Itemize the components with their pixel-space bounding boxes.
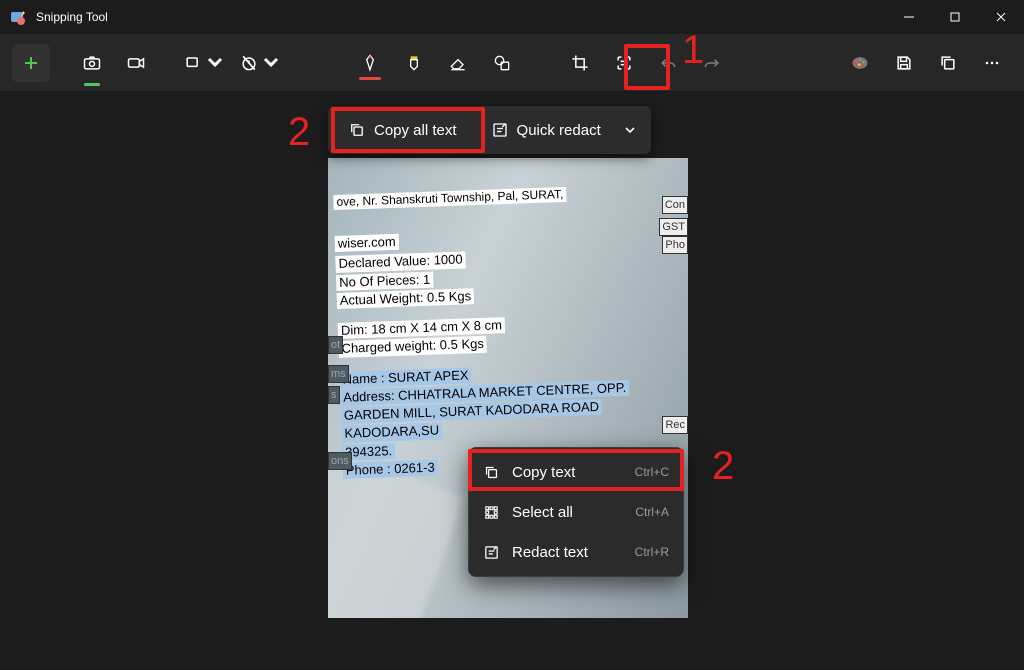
paint-button[interactable] — [840, 44, 880, 82]
quick-redact-label: Quick redact — [517, 122, 601, 139]
maximize-button[interactable] — [932, 0, 978, 34]
shapes-tool-button[interactable] — [482, 44, 522, 82]
undo-button[interactable] — [648, 44, 688, 82]
toolbar — [0, 34, 1024, 92]
text-actions-bar: Copy all text Quick redact — [328, 106, 651, 154]
redact-icon — [483, 544, 500, 561]
photo-mode-button[interactable] — [72, 44, 112, 82]
copy-button[interactable] — [928, 44, 968, 82]
copy-icon — [348, 121, 366, 139]
context-redact-text[interactable]: Redact text Ctrl+R — [473, 532, 679, 572]
crop-tool-button[interactable] — [560, 44, 600, 82]
select-all-icon — [483, 504, 500, 521]
more-button[interactable] — [972, 44, 1012, 82]
video-mode-button[interactable] — [116, 44, 156, 82]
copy-icon — [483, 464, 500, 481]
delay-dropdown[interactable] — [234, 44, 286, 82]
save-button[interactable] — [884, 44, 924, 82]
quick-redact-dropdown[interactable] — [615, 124, 645, 136]
app-icon — [10, 9, 26, 25]
ocr-text-overlay: ove, Nr. Shanskruti Township, Pal, SURAT… — [333, 179, 688, 480]
shape-dropdown[interactable] — [178, 44, 230, 82]
pen-tool-button[interactable] — [350, 44, 390, 82]
minimize-button[interactable] — [886, 0, 932, 34]
redo-button[interactable] — [692, 44, 732, 82]
context-copy-text[interactable]: Copy text Ctrl+C — [473, 452, 679, 492]
window-title: Snipping Tool — [36, 10, 108, 24]
copy-all-text-label: Copy all text — [374, 122, 457, 139]
title-bar: Snipping Tool — [0, 0, 1024, 34]
eraser-tool-button[interactable] — [438, 44, 478, 82]
context-menu: Copy text Ctrl+C Select all Ctrl+A Redac… — [468, 447, 684, 577]
close-button[interactable] — [978, 0, 1024, 34]
copy-all-text-button[interactable]: Copy all text — [334, 111, 471, 149]
redact-icon — [491, 121, 509, 139]
quick-redact-button[interactable]: Quick redact — [477, 111, 615, 149]
highlighter-tool-button[interactable] — [394, 44, 434, 82]
context-select-all[interactable]: Select all Ctrl+A — [473, 492, 679, 532]
new-snip-button[interactable] — [12, 44, 50, 82]
text-actions-button[interactable] — [604, 44, 644, 82]
chevron-down-icon — [624, 124, 636, 136]
